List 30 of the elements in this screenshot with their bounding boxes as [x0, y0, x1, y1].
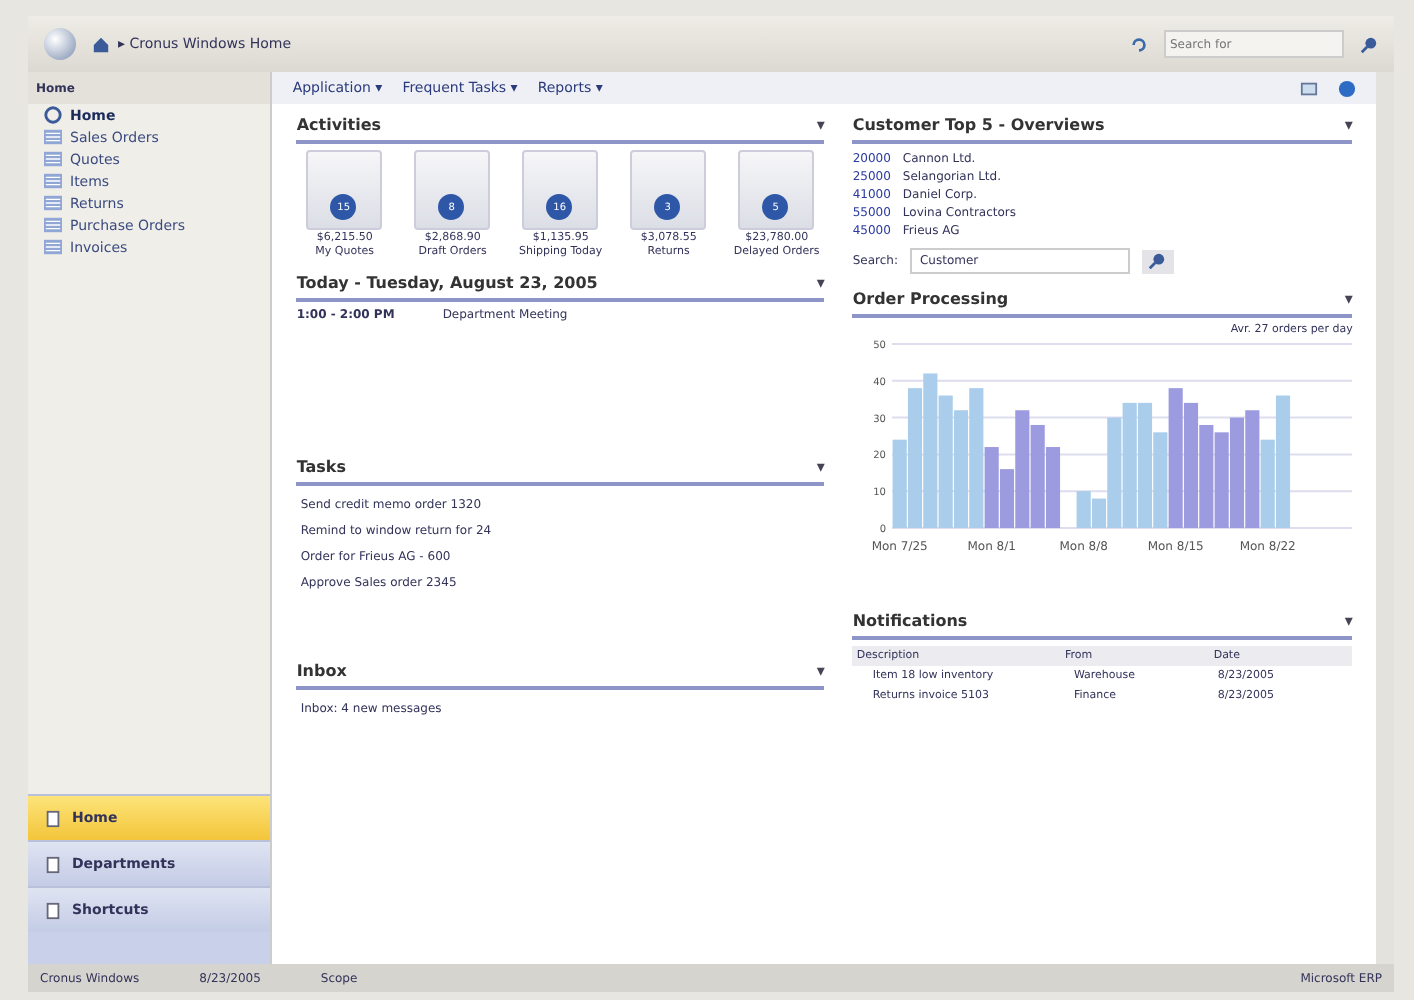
panel-title: Tasks	[296, 458, 346, 478]
message-icon[interactable]	[1300, 79, 1319, 97]
panel-title: Order Processing	[852, 290, 1009, 310]
panel-title: Today - Tuesday, August 23, 2005	[296, 274, 598, 294]
caret-icon[interactable]: ▾	[1344, 612, 1353, 632]
page-icon	[44, 855, 62, 873]
home-icon	[44, 106, 62, 124]
caret-icon[interactable]: ▾	[1344, 290, 1353, 310]
list-icon	[44, 172, 62, 190]
caret-icon[interactable]: ▾	[816, 662, 825, 682]
list-icon	[44, 194, 62, 212]
caret-icon[interactable]: ▾	[816, 116, 825, 136]
list-icon	[44, 128, 62, 146]
refresh-icon[interactable]	[1130, 35, 1148, 53]
panel-title: Activities	[296, 116, 382, 136]
list-icon	[44, 216, 62, 234]
caret-icon[interactable]: ▾	[1344, 116, 1353, 136]
caret-icon[interactable]: ▾	[816, 274, 825, 294]
page-icon	[44, 901, 62, 919]
panel-title: Customer Top 5 - Overviews	[852, 116, 1105, 136]
page-icon	[44, 809, 62, 827]
caret-icon[interactable]: ▾	[816, 458, 825, 478]
search-icon[interactable]	[1360, 35, 1378, 53]
home-icon	[92, 35, 110, 53]
panel-title: Notifications	[852, 612, 968, 632]
list-icon	[44, 238, 62, 256]
scrollbar[interactable]	[1376, 72, 1394, 964]
search-button[interactable]	[1141, 249, 1174, 273]
panel-title: Inbox	[296, 662, 347, 682]
list-icon	[44, 150, 62, 168]
